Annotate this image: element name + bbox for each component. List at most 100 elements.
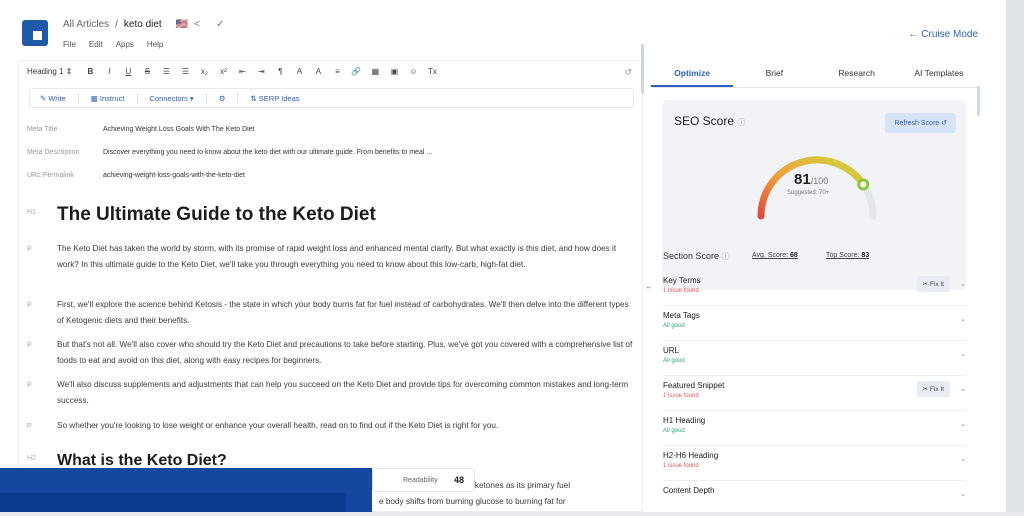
strikethrough-button[interactable]: S (142, 67, 152, 76)
section-h1-heading[interactable]: H1 Heading All good ⌄ (651, 411, 980, 446)
fix-it-button[interactable]: ✂ Fix It (916, 381, 950, 397)
section-name: Meta Tags (663, 311, 700, 320)
italic-button[interactable]: I (104, 67, 114, 76)
app-logo[interactable] (22, 20, 48, 46)
p-tag: P (27, 423, 32, 430)
url-permalink-input[interactable]: achieving-weight-loss-goals-with-the-ket… (103, 172, 245, 179)
bold-button[interactable]: B (85, 67, 95, 76)
app-window: All Articles / keto diet 🇺🇸 < ✓ File Edi… (0, 0, 1006, 512)
section-h2-h6-heading[interactable]: H2-H6 Heading 1 issue found ⌄ (651, 446, 980, 481)
instruct-button[interactable]: ▦ Instruct (91, 94, 125, 103)
meta-title-input[interactable]: Achieving Weight Loss Goals With The Ket… (103, 126, 254, 133)
panel-tabs: Optimize Brief Research AI Templates (651, 58, 980, 88)
section-content-depth[interactable]: Content Depth ⌄ (651, 481, 980, 516)
menu-help[interactable]: Help (147, 40, 163, 49)
menu-apps[interactable]: Apps (116, 40, 134, 49)
chevron-down-icon[interactable]: ⌄ (960, 315, 966, 323)
bulleted-list-icon[interactable]: ☰ (161, 67, 171, 76)
settings-icon[interactable]: ⚙ (219, 94, 226, 103)
url-permalink-label: URL Permalink (27, 172, 74, 179)
tab-research[interactable]: Research (816, 58, 898, 87)
score-max: /100 (810, 176, 829, 186)
history-icon[interactable]: ↺ (624, 67, 632, 78)
section-status: 1 issue found (663, 288, 699, 294)
section-status: 1 issue found (663, 463, 699, 469)
section-meta-tags[interactable]: Meta Tags All good ⌄ (651, 306, 980, 341)
serp-ideas-button[interactable]: ⇅ SERP Ideas (250, 94, 299, 103)
us-flag-icon[interactable]: 🇺🇸 (176, 19, 188, 30)
readability-value: 48 (453, 475, 464, 485)
numbered-list-icon[interactable]: ☰ (180, 67, 190, 76)
tab-optimize[interactable]: Optimize (651, 58, 734, 87)
indent-icon[interactable]: ⇥ (256, 67, 266, 76)
breadcrumb-current[interactable]: keto diet (124, 19, 162, 30)
p-tag: P (27, 302, 32, 309)
write-button[interactable]: ✎ Write (40, 94, 66, 103)
readability-widget[interactable]: Readability 48 (372, 468, 475, 492)
chevron-down-icon[interactable]: ⌄ (960, 490, 966, 498)
section-url[interactable]: URL All good ⌄ (651, 341, 980, 376)
section-name: H1 Heading (663, 416, 706, 425)
cruise-mode-link[interactable]: ← Cruise Mode (909, 29, 978, 40)
breadcrumb-root[interactable]: All Articles (63, 19, 109, 30)
editor-scrollbar[interactable] (641, 44, 644, 94)
highlight-icon[interactable]: A (313, 67, 323, 76)
heading-select[interactable]: Heading 1 ⇕ (27, 67, 72, 76)
chevron-down-icon[interactable]: ⌄ (960, 455, 966, 463)
text-color-icon[interactable]: A (294, 67, 304, 76)
avg-score-value: 68 (790, 252, 798, 259)
url-permalink-row: URL Permalink achieving-weight-loss-goal… (27, 172, 245, 179)
superscript-button[interactable]: x² (218, 67, 228, 76)
section-featured-snippet[interactable]: Featured Snippet 1 issue found ✂ Fix It … (651, 376, 980, 411)
article-h1[interactable]: The Ultimate Guide to the Keto Diet (57, 204, 376, 226)
align-icon[interactable]: ≡ (332, 67, 342, 76)
paragraph-2[interactable]: First, we'll explore the science behind … (57, 297, 637, 329)
section-name: H2-H6 Heading (663, 451, 719, 460)
editor-pane: Heading 1 ⇕ B I U S ☰ ☰ x₂ x² ⇤ ⇥ ¶ A A … (18, 60, 643, 512)
meta-description-input[interactable]: Discover everything you need to know abo… (103, 149, 432, 156)
menu-file[interactable]: File (63, 40, 76, 49)
connectors-dropdown[interactable]: Connectors ▾ (150, 94, 194, 103)
refresh-score-button[interactable]: Refresh Score ↺ (885, 113, 956, 133)
embed-icon[interactable]: ▣ (389, 67, 399, 76)
section-status: All good (663, 428, 685, 434)
overlay-banner-lower (0, 493, 346, 512)
paragraph-5[interactable]: So whether you're looking to lose weight… (57, 418, 637, 434)
chevron-down-icon[interactable]: ⌄ (960, 280, 966, 288)
paragraph-3[interactable]: But that's not all. We'll also cover who… (57, 337, 637, 369)
chevron-down-icon[interactable]: ⌄ (960, 385, 966, 393)
tab-brief[interactable]: Brief (733, 58, 815, 87)
chevron-down-icon[interactable]: ⌄ (960, 350, 966, 358)
h2-tag: H2 (27, 455, 36, 462)
info-icon[interactable]: ⓘ (722, 252, 730, 261)
p-tag: P (27, 382, 32, 389)
readability-label: Readability (403, 476, 438, 484)
p-tag: P (27, 246, 32, 253)
paragraph-4[interactable]: We'll also discuss supplements and adjus… (57, 377, 637, 409)
gauge-track (757, 156, 877, 220)
subscript-button[interactable]: x₂ (199, 67, 209, 76)
link-icon[interactable]: 🔗 (351, 67, 361, 76)
meta-title-label: Meta Title (27, 126, 58, 133)
check-icon[interactable]: ✓ (216, 19, 224, 30)
paragraph-1[interactable]: The Keto Diet has taken the world by sto… (57, 241, 637, 273)
paragraph-6-partial-2[interactable]: e body shifts from burning glucose to bu… (379, 497, 566, 506)
emoji-icon[interactable]: ☺ (408, 67, 418, 76)
divider (237, 92, 239, 104)
menu-edit[interactable]: Edit (89, 40, 103, 49)
outdent-icon[interactable]: ⇤ (237, 67, 247, 76)
fix-it-button[interactable]: ✂ Fix It (916, 276, 950, 292)
paragraph-icon[interactable]: ¶ (275, 67, 285, 76)
section-key-terms[interactable]: Key Terms 1 issue found ✂ Fix It ⌄ (651, 271, 980, 306)
clear-format-icon[interactable]: Tx (427, 67, 437, 76)
chevron-down-icon[interactable]: ⌄ (960, 420, 966, 428)
panel-scrollbar[interactable] (977, 86, 980, 116)
optimization-panel: Optimize Brief Research AI Templates SEO… (651, 58, 980, 512)
underline-button[interactable]: U (123, 67, 133, 76)
share-icon[interactable]: < (194, 19, 200, 30)
paragraph-6-partial[interactable]: es ketones as its primary fuel (464, 481, 570, 490)
image-icon[interactable]: ▦ (370, 67, 380, 76)
tab-ai-templates[interactable]: AI Templates (898, 58, 980, 87)
info-icon[interactable]: ⓘ (737, 118, 745, 127)
section-name: Content Depth (663, 486, 715, 495)
